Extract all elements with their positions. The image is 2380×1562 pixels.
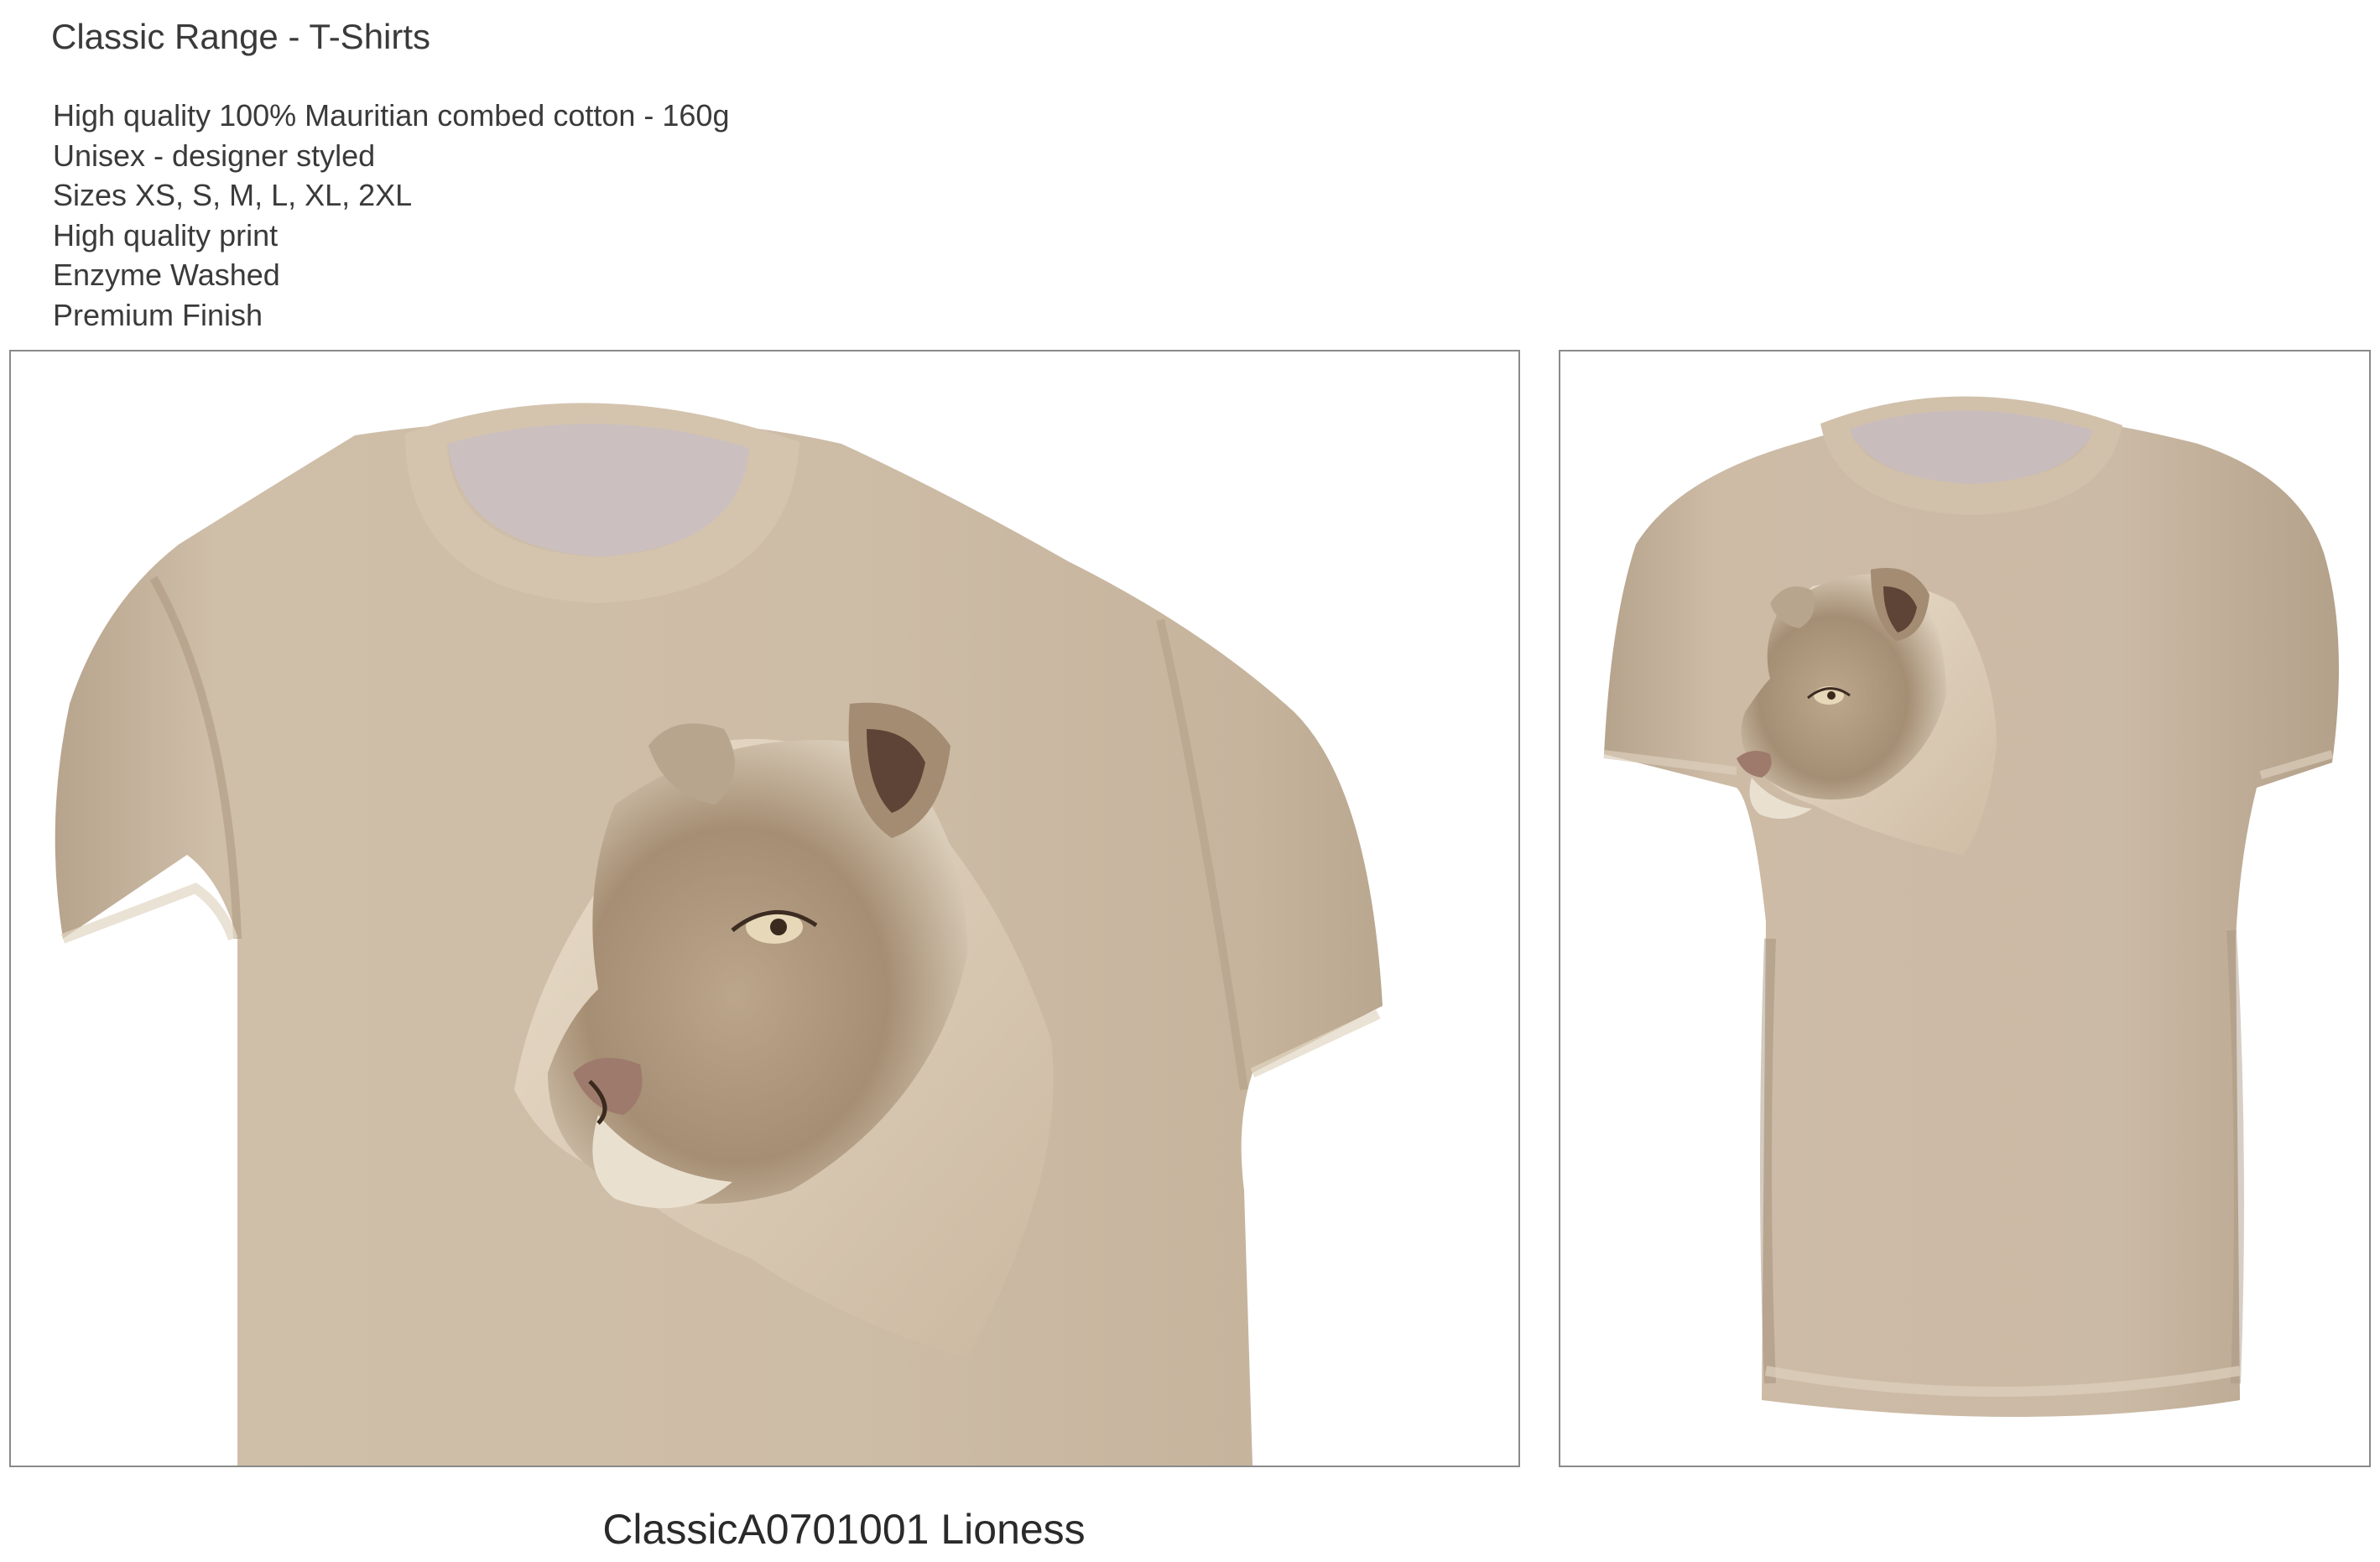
page-title: Classic Range - T-Shirts <box>51 17 431 56</box>
product-image-full[interactable] <box>1559 350 2371 1467</box>
lioness-print-small <box>1737 568 1997 855</box>
product-image-closeup[interactable] <box>9 350 1520 1467</box>
tshirt-closeup-icon <box>55 403 1383 1466</box>
feature-item: High quality 100% Mauritian combed cotto… <box>53 98 730 133</box>
tshirt-full-icon <box>1603 396 2339 1417</box>
feature-item: Sizes XS, S, M, L, XL, 2XL <box>53 178 413 212</box>
feature-item: High quality print <box>53 217 279 253</box>
feature-item: Premium Finish <box>53 297 263 332</box>
feature-item: Enzyme Washed <box>53 258 280 292</box>
product-code-label: ClassicA0701001 Lioness <box>602 1506 1086 1553</box>
feature-item: Unisex - designer styled <box>53 138 376 173</box>
feature-list: High quality 100% Mauritian combed cotto… <box>53 96 729 335</box>
